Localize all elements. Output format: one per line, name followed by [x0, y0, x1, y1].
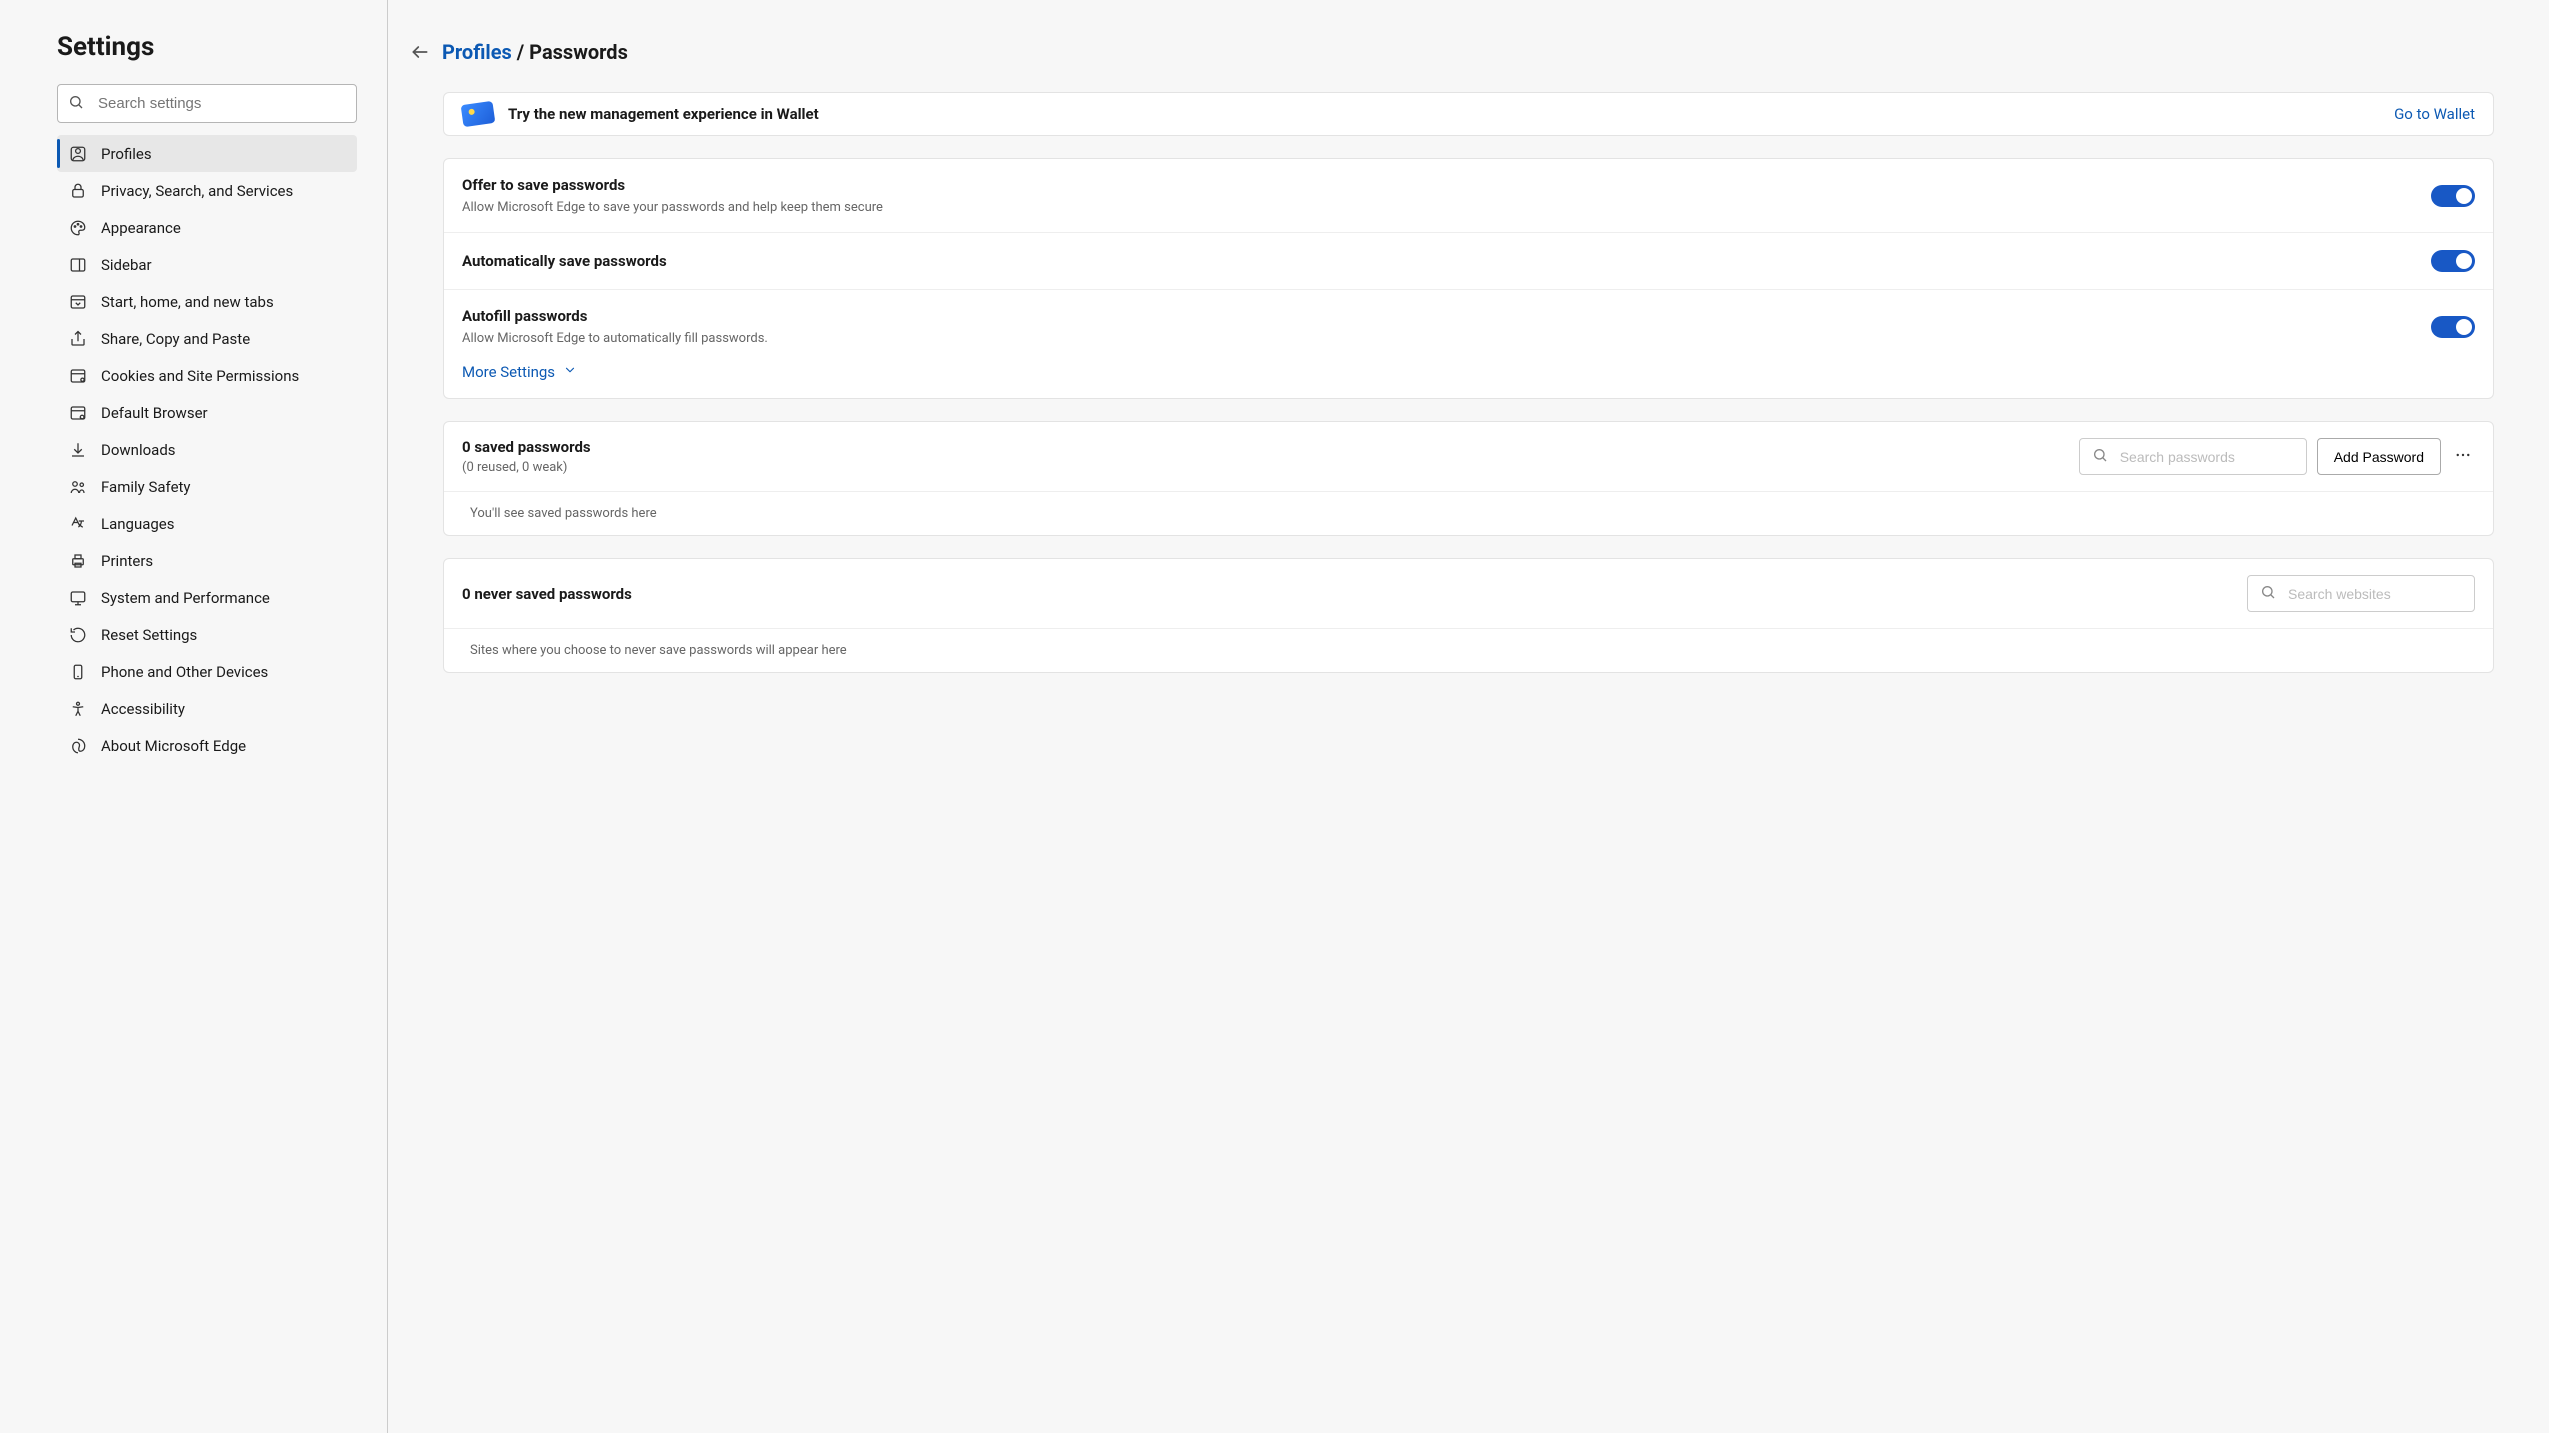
sidebar-item-downloads[interactable]: Downloads: [57, 431, 357, 468]
default-browser-icon: [69, 404, 87, 422]
more-horizontal-icon: [2454, 446, 2472, 468]
sidebar-icon: [69, 256, 87, 274]
offer-save-desc: Allow Microsoft Edge to save your passwo…: [462, 200, 2431, 215]
accessibility-icon: [69, 700, 87, 718]
back-button[interactable]: [410, 42, 430, 62]
sidebar-item-privacy[interactable]: Privacy, Search, and Services: [57, 172, 357, 209]
cookies-icon: [69, 367, 87, 385]
sidebar-item-label: Appearance: [101, 219, 181, 237]
sidebar-item-label: Privacy, Search, and Services: [101, 182, 293, 200]
autofill-desc: Allow Microsoft Edge to automatically fi…: [462, 331, 2431, 346]
settings-sidebar: Settings Profiles Privacy, Search, and Se…: [0, 0, 388, 1433]
sidebar-item-family[interactable]: Family Safety: [57, 468, 357, 505]
system-icon: [69, 589, 87, 607]
sidebar-item-label: System and Performance: [101, 589, 270, 607]
settings-search-input[interactable]: [98, 95, 346, 112]
about-icon: [69, 737, 87, 755]
sidebar-item-accessibility[interactable]: Accessibility: [57, 690, 357, 727]
chevron-down-icon: [563, 363, 577, 381]
saved-passwords-empty: You'll see saved passwords here: [444, 491, 2493, 535]
autofill-row: Autofill passwords Allow Microsoft Edge …: [444, 289, 2493, 363]
settings-search[interactable]: [57, 84, 357, 123]
password-settings-card: Offer to save passwords Allow Microsoft …: [443, 158, 2494, 399]
search-icon: [2092, 447, 2108, 467]
printers-icon: [69, 552, 87, 570]
sidebar-item-appearance[interactable]: Appearance: [57, 209, 357, 246]
breadcrumb: Profiles / Passwords: [410, 40, 2494, 64]
autofill-toggle[interactable]: [2431, 316, 2475, 338]
family-icon: [69, 478, 87, 496]
sidebar-item-label: Default Browser: [101, 404, 208, 422]
never-saved-search[interactable]: [2247, 575, 2475, 612]
sidebar-item-share[interactable]: Share, Copy and Paste: [57, 320, 357, 357]
sidebar-item-label: Cookies and Site Permissions: [101, 367, 299, 385]
more-settings-link[interactable]: More Settings: [462, 363, 2475, 381]
sidebar-item-reset[interactable]: Reset Settings: [57, 616, 357, 653]
search-icon: [2260, 584, 2276, 604]
sidebar-item-label: Printers: [101, 552, 153, 570]
wallet-banner: Try the new management experience in Wal…: [443, 92, 2494, 136]
breadcrumb-parent-link[interactable]: Profiles: [442, 40, 512, 64]
go-to-wallet-link[interactable]: Go to Wallet: [2394, 105, 2475, 123]
main-content: Profiles / Passwords Try the new managem…: [388, 0, 2549, 1433]
share-icon: [69, 330, 87, 348]
sidebar-item-label: Languages: [101, 515, 175, 533]
sidebar-item-about[interactable]: About Microsoft Edge: [57, 727, 357, 764]
phone-icon: [69, 663, 87, 681]
offer-save-title: Offer to save passwords: [462, 176, 2431, 194]
saved-passwords-search[interactable]: [2079, 438, 2307, 475]
sidebar-item-sidebar[interactable]: Sidebar: [57, 246, 357, 283]
more-actions-button[interactable]: [2451, 445, 2475, 469]
downloads-icon: [69, 441, 87, 459]
languages-icon: [69, 515, 87, 533]
sidebar-item-profiles[interactable]: Profiles: [57, 135, 357, 172]
saved-passwords-search-input[interactable]: [2120, 449, 2301, 465]
wallet-banner-text: Try the new management experience in Wal…: [508, 105, 819, 123]
saved-passwords-title: 0 saved passwords: [462, 438, 591, 456]
saved-passwords-sub: (0 reused, 0 weak): [462, 460, 591, 475]
add-password-button[interactable]: Add Password: [2317, 438, 2441, 475]
sidebar-item-label: Profiles: [101, 145, 152, 163]
wallet-icon: [461, 101, 496, 127]
start-icon: [69, 293, 87, 311]
never-saved-empty: Sites where you choose to never save pas…: [444, 628, 2493, 672]
profiles-icon: [69, 145, 87, 163]
never-saved-card: 0 never saved passwords Sites where you …: [443, 558, 2494, 673]
sidebar-item-label: Family Safety: [101, 478, 191, 496]
sidebar-item-start[interactable]: Start, home, and new tabs: [57, 283, 357, 320]
sidebar-item-label: Phone and Other Devices: [101, 663, 268, 681]
auto-save-row: Automatically save passwords: [444, 232, 2493, 289]
offer-save-toggle[interactable]: [2431, 185, 2475, 207]
sidebar-item-printers[interactable]: Printers: [57, 542, 357, 579]
sidebar-item-phone[interactable]: Phone and Other Devices: [57, 653, 357, 690]
breadcrumb-current: Passwords: [529, 40, 628, 64]
sidebar-item-label: Downloads: [101, 441, 176, 459]
sidebar-item-languages[interactable]: Languages: [57, 505, 357, 542]
search-icon: [68, 94, 84, 114]
autofill-title: Autofill passwords: [462, 307, 2431, 325]
auto-save-toggle[interactable]: [2431, 250, 2475, 272]
page-title: Settings: [57, 32, 357, 62]
sidebar-item-label: Sidebar: [101, 256, 152, 274]
sidebar-item-label: Share, Copy and Paste: [101, 330, 250, 348]
auto-save-title: Automatically save passwords: [462, 252, 2431, 270]
offer-save-row: Offer to save passwords Allow Microsoft …: [444, 159, 2493, 232]
sidebar-item-system[interactable]: System and Performance: [57, 579, 357, 616]
sidebar-item-label: Accessibility: [101, 700, 185, 718]
settings-nav: Profiles Privacy, Search, and Services App…: [57, 135, 357, 764]
appearance-icon: [69, 219, 87, 237]
saved-passwords-card: 0 saved passwords (0 reused, 0 weak) Add…: [443, 421, 2494, 536]
sidebar-item-label: Reset Settings: [101, 626, 197, 644]
sidebar-item-default-browser[interactable]: Default Browser: [57, 394, 357, 431]
privacy-icon: [69, 182, 87, 200]
never-saved-search-input[interactable]: [2288, 586, 2469, 602]
sidebar-item-cookies[interactable]: Cookies and Site Permissions: [57, 357, 357, 394]
sidebar-item-label: About Microsoft Edge: [101, 737, 246, 755]
sidebar-item-label: Start, home, and new tabs: [101, 293, 274, 311]
never-saved-title: 0 never saved passwords: [462, 585, 632, 603]
reset-icon: [69, 626, 87, 644]
